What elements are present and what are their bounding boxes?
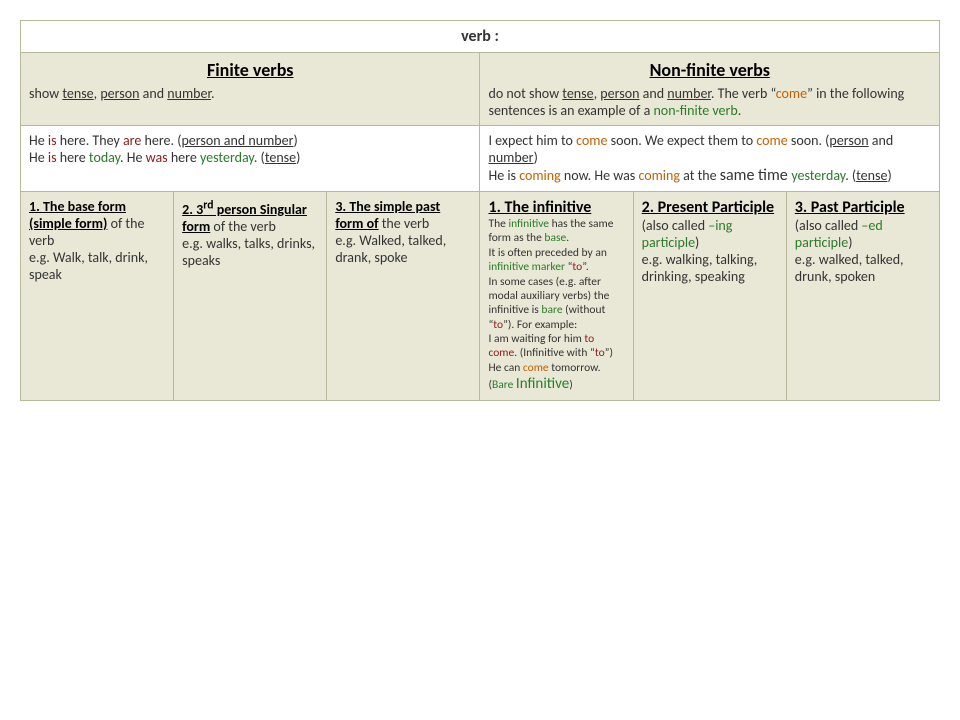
cell-base-form: 1. The base form (simple form) of the ve… [21,192,174,401]
nonfinite-examples: I expect him to come soon. We expect the… [480,126,940,192]
cell-3rd-person: 2. 3rd person Singular form of the verb … [174,192,327,401]
cell-past-participle: 3. Past Participle (also called –ed part… [786,192,939,401]
verb-table: verb : Finite verbs show tense, person a… [20,20,940,401]
table-header: verb : [21,21,940,53]
nonfinite-desc: do not show tense, person and number. Th… [488,85,904,119]
finite-examples: He is here. They are here. (person and n… [21,126,480,192]
cell-simple-past: 3. The simple past form of the verb e.g.… [327,192,480,401]
nonfinite-title: Non-finite verbs [488,59,931,81]
cell-infinitive: 1. The infinitive The infinitive has the… [480,192,633,401]
nonfinite-header-cell: Non-finite verbs do not show tense, pers… [480,53,940,126]
finite-header-cell: Finite verbs show tense, person and numb… [21,53,480,126]
finite-title: Finite verbs [29,59,471,81]
cell-present-participle: 2. Present Participle (also called –ing … [633,192,786,401]
finite-desc: show tense, person and number. [29,85,215,102]
